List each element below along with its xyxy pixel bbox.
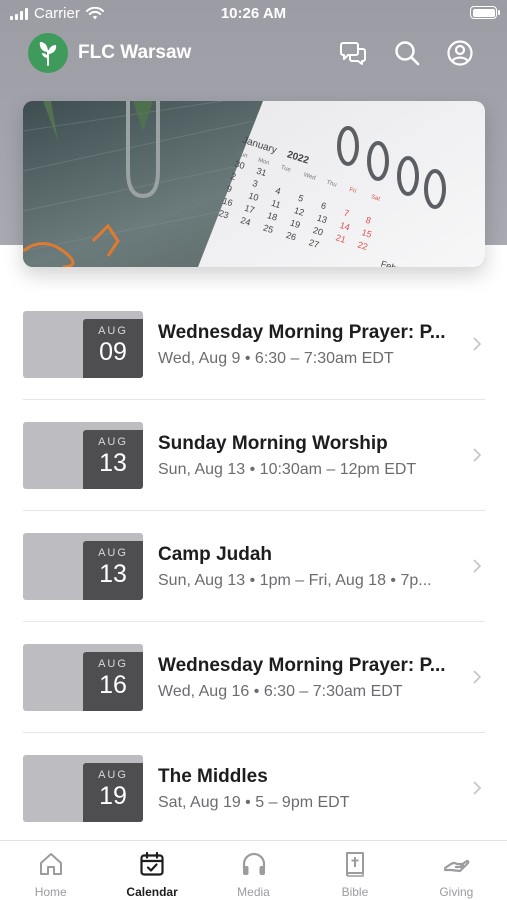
- calendar-icon: [140, 851, 164, 876]
- date-day: 19: [99, 782, 127, 810]
- event-subtitle: Sun, Aug 13 • 1pm – Fri, Aug 18 • 7p...: [158, 572, 432, 589]
- event-date-tile: AUG 13: [23, 533, 143, 600]
- tab-media[interactable]: Media: [203, 841, 304, 900]
- event-date-tile: AUG 09: [23, 311, 143, 378]
- chevron-right-icon: [473, 559, 481, 573]
- event-title: Camp Judah: [158, 544, 273, 565]
- church-logo-icon[interactable]: [28, 33, 68, 73]
- date-badge: AUG 19: [83, 763, 143, 822]
- date-month: AUG: [98, 547, 128, 559]
- app-header: FLC Warsaw: [0, 28, 507, 78]
- chevron-right-icon: [473, 670, 481, 684]
- event-subtitle: Sun, Aug 13 • 10:30am – 12pm EDT: [158, 461, 417, 478]
- event-row[interactable]: AUG 13 Camp Judah Sun, Aug 13 • 1pm – Fr…: [23, 511, 485, 622]
- event-date-tile: AUG 13: [23, 422, 143, 489]
- bible-icon: [345, 852, 364, 877]
- date-badge: AUG 09: [83, 319, 143, 378]
- tab-label: Calendar: [126, 885, 178, 899]
- event-title: Sunday Morning Worship: [158, 433, 388, 454]
- event-row[interactable]: AUG 16 Wednesday Morning Prayer: P... We…: [23, 622, 485, 733]
- date-badge: AUG 16: [83, 652, 143, 711]
- tab-bible[interactable]: Bible: [304, 841, 405, 900]
- event-title: Wednesday Morning Prayer: P...: [158, 322, 446, 343]
- event-row[interactable]: AUG 13 Sunday Morning Worship Sun, Aug 1…: [23, 400, 485, 511]
- date-day: 16: [99, 671, 127, 699]
- chevron-right-icon: [473, 448, 481, 462]
- date-day: 13: [99, 560, 127, 588]
- status-bar: Carrier 10:26 AM: [0, 0, 507, 28]
- date-month: AUG: [98, 769, 128, 781]
- date-day: 13: [99, 449, 127, 477]
- date-badge: AUG 13: [83, 541, 143, 600]
- hero-calendar-image: January 2022 Sun Mon Tue Wed Thu Fri Sat 30 3…: [23, 101, 485, 267]
- event-subtitle: Wed, Aug 9 • 6:30 – 7:30am EDT: [158, 350, 394, 367]
- status-time: 10:26 AM: [220, 5, 287, 22]
- event-title: The Middles: [158, 766, 268, 787]
- tab-label: Media: [237, 885, 270, 899]
- calendar-photo-illustration: January 2022 SunMonTue WedThu FriSat 303…: [23, 101, 485, 267]
- event-row[interactable]: AUG 19 The Middles Sat, Aug 19 • 5 – 9pm…: [23, 733, 485, 844]
- tab-label: Bible: [341, 885, 369, 899]
- tab-home[interactable]: Home: [0, 841, 101, 900]
- app-title: FLC Warsaw: [78, 42, 192, 63]
- date-month: AUG: [98, 658, 128, 670]
- event-row[interactable]: AUG 09 Wednesday Morning Prayer: P... We…: [23, 289, 485, 400]
- date-month: AUG: [98, 325, 128, 337]
- giving-icon: [444, 859, 470, 873]
- search-icon[interactable]: [392, 38, 422, 68]
- event-title: Wednesday Morning Prayer: P...: [158, 655, 446, 676]
- profile-icon[interactable]: [445, 38, 475, 68]
- event-subtitle: Wed, Aug 16 • 6:30 – 7:30am EDT: [158, 683, 403, 700]
- event-date-tile: AUG 16: [23, 644, 143, 711]
- headphones-icon: [242, 852, 265, 875]
- home-icon: [39, 853, 62, 875]
- tab-calendar[interactable]: Calendar: [101, 841, 202, 900]
- battery-icon: [470, 6, 500, 19]
- chat-icon[interactable]: [338, 38, 368, 68]
- chevron-right-icon: [473, 337, 481, 351]
- chevron-right-icon: [473, 781, 481, 795]
- event-date-tile: AUG 19: [23, 755, 143, 822]
- event-subtitle: Sat, Aug 19 • 5 – 9pm EDT: [158, 794, 350, 811]
- date-day: 09: [99, 338, 127, 366]
- date-month: AUG: [98, 436, 128, 448]
- date-badge: AUG 13: [83, 430, 143, 489]
- leaf-icon: [39, 42, 57, 66]
- tab-label: Home: [34, 885, 67, 899]
- tab-label: Giving: [439, 885, 474, 899]
- event-list: AUG 09 Wednesday Morning Prayer: P... We…: [23, 289, 485, 844]
- tab-bar: Home Calendar Media Bible Giving: [0, 840, 507, 900]
- tab-giving[interactable]: Giving: [406, 841, 507, 900]
